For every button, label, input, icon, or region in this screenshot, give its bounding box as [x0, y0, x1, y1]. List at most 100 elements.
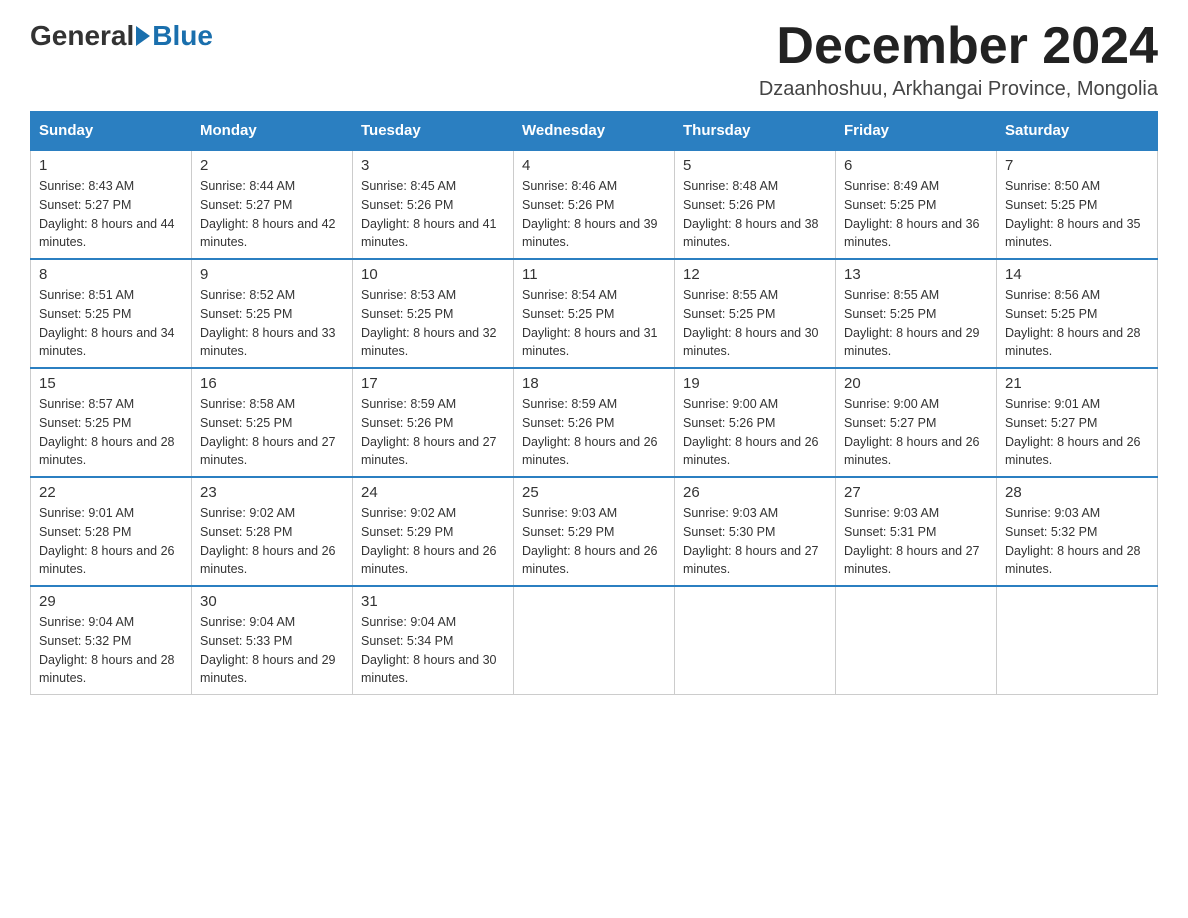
day-number: 22 [39, 484, 183, 501]
week-row-3: 15Sunrise: 8:57 AMSunset: 5:25 PMDayligh… [31, 368, 1158, 477]
weekday-header-sunday: Sunday [31, 112, 192, 151]
day-number: 20 [844, 375, 988, 392]
day-number: 13 [844, 266, 988, 283]
day-info: Sunrise: 8:52 AMSunset: 5:25 PMDaylight:… [200, 286, 344, 361]
day-info: Sunrise: 9:04 AMSunset: 5:33 PMDaylight:… [200, 613, 344, 688]
logo-blue-text: Blue [152, 20, 213, 52]
day-number: 18 [522, 375, 666, 392]
calendar-cell: 12 Sunrise: 8:55 AMSunset: 5:25 PMDayligh… [675, 259, 836, 368]
weekday-header-friday: Friday [836, 112, 997, 151]
day-number: 23 [200, 484, 344, 501]
day-info: Sunrise: 9:03 AMSunset: 5:29 PMDaylight:… [522, 504, 666, 579]
day-info: Sunrise: 9:03 AMSunset: 5:32 PMDaylight:… [1005, 504, 1149, 579]
day-info: Sunrise: 9:02 AMSunset: 5:28 PMDaylight:… [200, 504, 344, 579]
location-text: Dzaanhoshuu, Arkhangai Province, Mongoli… [759, 78, 1158, 101]
calendar-cell [836, 586, 997, 695]
calendar-cell: 18Sunrise: 8:59 AMSunset: 5:26 PMDayligh… [514, 368, 675, 477]
calendar-cell: 17Sunrise: 8:59 AMSunset: 5:26 PMDayligh… [353, 368, 514, 477]
week-row-5: 29 Sunrise: 9:04 AMSunset: 5:32 PMDayligh… [31, 586, 1158, 695]
day-number: 9 [200, 266, 344, 283]
calendar-cell: 10 Sunrise: 8:53 AMSunset: 5:25 PMDayligh… [353, 259, 514, 368]
day-number: 26 [683, 484, 827, 501]
day-number: 12 [683, 266, 827, 283]
week-row-1: 1Sunrise: 8:43 AMSunset: 5:27 PMDaylight… [31, 150, 1158, 259]
calendar-cell: 23 Sunrise: 9:02 AMSunset: 5:28 PMDayligh… [192, 477, 353, 586]
calendar-cell: 9 Sunrise: 8:52 AMSunset: 5:25 PMDaylight… [192, 259, 353, 368]
logo-triangle-icon [136, 26, 150, 46]
day-number: 10 [361, 266, 505, 283]
calendar-cell: 30 Sunrise: 9:04 AMSunset: 5:33 PMDayligh… [192, 586, 353, 695]
day-number: 21 [1005, 375, 1149, 392]
day-number: 27 [844, 484, 988, 501]
month-title: December 2024 [759, 20, 1158, 72]
day-info: Sunrise: 8:55 AMSunset: 5:25 PMDaylight:… [844, 286, 988, 361]
day-info: Sunrise: 8:51 AMSunset: 5:25 PMDaylight:… [39, 286, 183, 361]
day-number: 19 [683, 375, 827, 392]
calendar-cell: 28 Sunrise: 9:03 AMSunset: 5:32 PMDayligh… [997, 477, 1158, 586]
day-number: 30 [200, 593, 344, 610]
day-number: 29 [39, 593, 183, 610]
day-info: Sunrise: 8:49 AMSunset: 5:25 PMDaylight:… [844, 177, 988, 252]
calendar-cell: 13 Sunrise: 8:55 AMSunset: 5:25 PMDayligh… [836, 259, 997, 368]
week-row-2: 8 Sunrise: 8:51 AMSunset: 5:25 PMDaylight… [31, 259, 1158, 368]
weekday-header-monday: Monday [192, 112, 353, 151]
calendar-cell [997, 586, 1158, 695]
day-number: 24 [361, 484, 505, 501]
calendar-cell: 2 Sunrise: 8:44 AMSunset: 5:27 PMDaylight… [192, 150, 353, 259]
weekday-header-wednesday: Wednesday [514, 112, 675, 151]
day-number: 25 [522, 484, 666, 501]
day-info: Sunrise: 8:43 AMSunset: 5:27 PMDaylight:… [39, 177, 183, 252]
day-info: Sunrise: 9:00 AMSunset: 5:26 PMDaylight:… [683, 395, 827, 470]
day-info: Sunrise: 9:00 AMSunset: 5:27 PMDaylight:… [844, 395, 988, 470]
day-info: Sunrise: 9:01 AMSunset: 5:27 PMDaylight:… [1005, 395, 1149, 470]
day-number: 11 [522, 266, 666, 283]
calendar-cell: 24 Sunrise: 9:02 AMSunset: 5:29 PMDayligh… [353, 477, 514, 586]
calendar-cell: 8 Sunrise: 8:51 AMSunset: 5:25 PMDaylight… [31, 259, 192, 368]
day-info: Sunrise: 8:50 AMSunset: 5:25 PMDaylight:… [1005, 177, 1149, 252]
day-info: Sunrise: 9:03 AMSunset: 5:31 PMDaylight:… [844, 504, 988, 579]
logo: General Blue [30, 20, 213, 52]
day-info: Sunrise: 8:48 AMSunset: 5:26 PMDaylight:… [683, 177, 827, 252]
day-info: Sunrise: 9:04 AMSunset: 5:34 PMDaylight:… [361, 613, 505, 688]
day-number: 28 [1005, 484, 1149, 501]
calendar-cell: 14Sunrise: 8:56 AMSunset: 5:25 PMDayligh… [997, 259, 1158, 368]
day-info: Sunrise: 8:54 AMSunset: 5:25 PMDaylight:… [522, 286, 666, 361]
day-number: 6 [844, 157, 988, 174]
calendar-cell: 11 Sunrise: 8:54 AMSunset: 5:25 PMDayligh… [514, 259, 675, 368]
day-info: Sunrise: 8:44 AMSunset: 5:27 PMDaylight:… [200, 177, 344, 252]
calendar-cell: 19 Sunrise: 9:00 AMSunset: 5:26 PMDayligh… [675, 368, 836, 477]
calendar-cell: 20 Sunrise: 9:00 AMSunset: 5:27 PMDayligh… [836, 368, 997, 477]
day-info: Sunrise: 8:55 AMSunset: 5:25 PMDaylight:… [683, 286, 827, 361]
weekday-header-row: SundayMondayTuesdayWednesdayThursdayFrid… [31, 112, 1158, 151]
calendar-cell: 22 Sunrise: 9:01 AMSunset: 5:28 PMDayligh… [31, 477, 192, 586]
day-info: Sunrise: 8:59 AMSunset: 5:26 PMDaylight:… [361, 395, 505, 470]
day-info: Sunrise: 8:45 AMSunset: 5:26 PMDaylight:… [361, 177, 505, 252]
day-info: Sunrise: 8:53 AMSunset: 5:25 PMDaylight:… [361, 286, 505, 361]
week-row-4: 22 Sunrise: 9:01 AMSunset: 5:28 PMDayligh… [31, 477, 1158, 586]
calendar-cell: 7Sunrise: 8:50 AMSunset: 5:25 PMDaylight… [997, 150, 1158, 259]
calendar-cell: 21 Sunrise: 9:01 AMSunset: 5:27 PMDayligh… [997, 368, 1158, 477]
day-info: Sunrise: 9:02 AMSunset: 5:29 PMDaylight:… [361, 504, 505, 579]
calendar-cell [514, 586, 675, 695]
day-number: 2 [200, 157, 344, 174]
logo-general-text: General [30, 20, 134, 52]
day-info: Sunrise: 8:46 AMSunset: 5:26 PMDaylight:… [522, 177, 666, 252]
calendar-cell: 15Sunrise: 8:57 AMSunset: 5:25 PMDayligh… [31, 368, 192, 477]
day-number: 15 [39, 375, 183, 392]
calendar-cell [675, 586, 836, 695]
day-number: 8 [39, 266, 183, 283]
calendar-cell: 4Sunrise: 8:46 AMSunset: 5:26 PMDaylight… [514, 150, 675, 259]
calendar-cell: 6 Sunrise: 8:49 AMSunset: 5:25 PMDaylight… [836, 150, 997, 259]
calendar-cell: 31Sunrise: 9:04 AMSunset: 5:34 PMDayligh… [353, 586, 514, 695]
day-info: Sunrise: 9:01 AMSunset: 5:28 PMDaylight:… [39, 504, 183, 579]
day-info: Sunrise: 9:03 AMSunset: 5:30 PMDaylight:… [683, 504, 827, 579]
day-number: 5 [683, 157, 827, 174]
day-info: Sunrise: 8:56 AMSunset: 5:25 PMDaylight:… [1005, 286, 1149, 361]
weekday-header-tuesday: Tuesday [353, 112, 514, 151]
day-info: Sunrise: 9:04 AMSunset: 5:32 PMDaylight:… [39, 613, 183, 688]
calendar-cell: 3Sunrise: 8:45 AMSunset: 5:26 PMDaylight… [353, 150, 514, 259]
page-header: General Blue December 2024 Dzaanhoshuu, … [30, 20, 1158, 101]
day-info: Sunrise: 8:58 AMSunset: 5:25 PMDaylight:… [200, 395, 344, 470]
weekday-header-thursday: Thursday [675, 112, 836, 151]
title-section: December 2024 Dzaanhoshuu, Arkhangai Pro… [759, 20, 1158, 101]
